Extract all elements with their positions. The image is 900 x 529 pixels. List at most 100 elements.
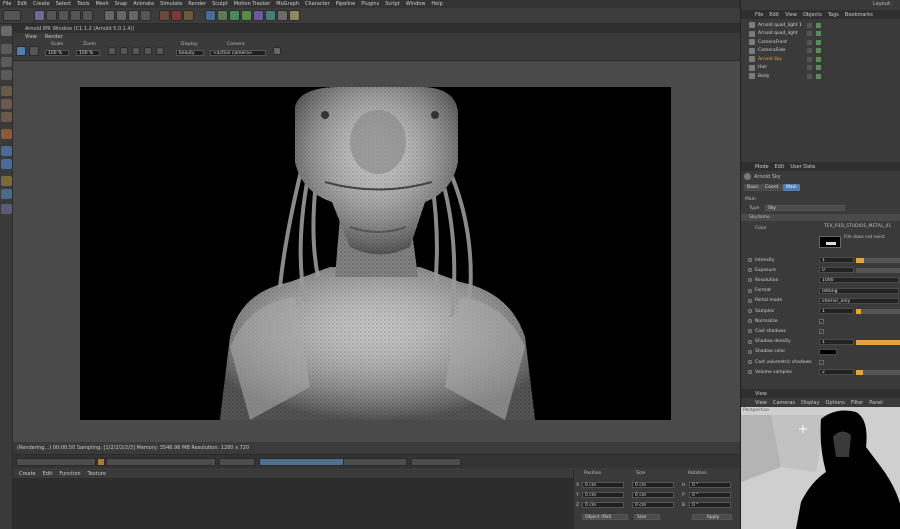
ipr-menu-view[interactable]: View: [25, 34, 37, 40]
position-x-field[interactable]: 0 cm: [582, 482, 624, 488]
camera-select[interactable]: <active camera>: [210, 50, 266, 56]
object-name[interactable]: CameraFront: [758, 40, 787, 45]
model-mode-icon[interactable]: [1, 44, 12, 54]
rotate-icon[interactable]: [70, 10, 81, 21]
animate-dot-icon[interactable]: [748, 268, 752, 273]
sculpt-icon[interactable]: [1, 176, 12, 186]
visibility-toggle[interactable]: [807, 56, 812, 62]
enable-check-icon[interactable]: [816, 73, 821, 79]
spline-icon[interactable]: [217, 10, 228, 21]
tab-coord[interactable]: Coord.: [762, 184, 783, 191]
size-z-field[interactable]: 0 cm: [632, 502, 674, 508]
position-z-field[interactable]: 0 cm: [582, 502, 624, 508]
animate-dot-icon[interactable]: [748, 360, 752, 364]
attribute-value-field[interactable]: 1: [819, 338, 854, 345]
attribute-slider[interactable]: [856, 339, 900, 345]
menu-plugins[interactable]: Plugins: [361, 1, 379, 7]
viewport-solo-icon[interactable]: [1, 189, 12, 199]
rotation-p-field[interactable]: 0 °: [689, 492, 731, 498]
menu-mesh[interactable]: Mesh: [95, 1, 108, 7]
scene-icon[interactable]: [265, 10, 276, 21]
attribute-menu-user-data[interactable]: User Data: [790, 164, 815, 170]
playback-controls[interactable]: [106, 458, 216, 466]
axis-mode-icon[interactable]: [1, 146, 12, 156]
size-x-field[interactable]: 0 cm: [632, 482, 674, 488]
animate-dot-icon[interactable]: [748, 309, 752, 313]
enable-check-icon[interactable]: [816, 56, 821, 62]
coordinate-system-icon[interactable]: [140, 10, 151, 21]
deformer-icon[interactable]: [253, 10, 264, 21]
material-list[interactable]: [13, 478, 573, 529]
attribute-value-field[interactable]: 1000: [819, 277, 899, 284]
compare-icon[interactable]: [156, 47, 164, 55]
object-row[interactable]: Hair: [741, 64, 900, 73]
menu-script[interactable]: Script: [385, 1, 400, 7]
live-selection-icon[interactable]: [34, 10, 45, 21]
object-name[interactable]: Arnold quad_light: [758, 31, 798, 36]
autokey-buttons[interactable]: [343, 458, 407, 466]
object-menu-view[interactable]: View: [785, 12, 797, 18]
frame-range-field[interactable]: [16, 458, 96, 466]
attribute-menu-mode[interactable]: Mode: [755, 164, 769, 170]
attribute-value-field[interactable]: 1: [819, 308, 854, 314]
object-name[interactable]: Hair: [758, 65, 767, 70]
recent-tools-icon[interactable]: [82, 10, 93, 21]
camera-icon[interactable]: [277, 10, 288, 21]
pause-icon[interactable]: [29, 46, 39, 56]
attribute-checkbox[interactable]: ✓: [819, 329, 824, 335]
material-menu-function[interactable]: Function: [59, 471, 80, 477]
viewer-menu-options[interactable]: Options: [826, 400, 845, 406]
animate-dot-icon[interactable]: [748, 370, 752, 375]
animate-dot-icon[interactable]: [748, 339, 752, 344]
object-row[interactable]: Arnold Sky: [741, 55, 900, 64]
visibility-toggle[interactable]: [807, 73, 812, 79]
visibility-toggle[interactable]: [807, 48, 812, 53]
attribute-value-field[interactable]: latlong: [819, 287, 899, 294]
visibility-toggle[interactable]: [807, 65, 812, 70]
material-menu-create[interactable]: Create: [19, 471, 36, 477]
menu-edit[interactable]: Edit: [17, 1, 27, 7]
region-icon[interactable]: [108, 47, 116, 55]
menu-tools[interactable]: Tools: [77, 1, 89, 7]
animate-dot-icon[interactable]: [748, 329, 752, 334]
attribute-slider[interactable]: [856, 370, 900, 376]
shadow-color-swatch[interactable]: [819, 348, 837, 355]
workplane-icon[interactable]: [1, 70, 12, 80]
viewer-menu-filter[interactable]: Filter: [851, 400, 863, 406]
coordinate-mode-select[interactable]: Object (Rel): [582, 514, 628, 520]
animate-dot-icon[interactable]: [748, 298, 752, 303]
object-name[interactable]: Arnold quad_light 1: [758, 23, 802, 28]
nurbs-icon[interactable]: [229, 10, 240, 21]
y-axis-icon[interactable]: [116, 10, 127, 21]
attribute-menu-edit[interactable]: Edit: [775, 164, 785, 170]
menu-window[interactable]: Window: [406, 1, 426, 7]
move-icon[interactable]: [46, 10, 57, 21]
keyframe-controls[interactable]: [219, 458, 255, 466]
render-view-icon[interactable]: [159, 10, 170, 21]
object-row[interactable]: Body: [741, 72, 900, 81]
lock-workplane-icon[interactable]: [1, 204, 12, 214]
snap-icon[interactable]: [1, 129, 12, 139]
visibility-toggle[interactable]: [807, 22, 812, 28]
array-icon[interactable]: [241, 10, 252, 21]
render-picture-viewer-icon[interactable]: [171, 10, 182, 21]
attribute-slider[interactable]: [856, 309, 900, 314]
ipr-menu-render[interactable]: Render: [45, 34, 63, 40]
scale-icon[interactable]: [58, 10, 69, 21]
save-image-icon[interactable]: [273, 47, 281, 55]
menu-create[interactable]: Create: [33, 1, 50, 7]
menu-snap[interactable]: Snap: [115, 1, 128, 7]
record-icon[interactable]: [97, 458, 105, 466]
z-axis-icon[interactable]: [128, 10, 139, 21]
color-texture-path[interactable]: TEX_P3D_STUDIOS_METAL_01: [824, 224, 891, 229]
zoom-field[interactable]: 100 %: [76, 50, 100, 56]
menu-simulate[interactable]: Simulate: [160, 1, 182, 7]
attribute-value-field[interactable]: 1: [819, 257, 854, 263]
animate-dot-icon[interactable]: [748, 319, 752, 324]
object-row[interactable]: Arnold quad_light 1: [741, 21, 900, 30]
visibility-toggle[interactable]: [807, 39, 812, 45]
edges-mode-icon[interactable]: [1, 99, 12, 109]
attribute-value-field[interactable]: 2: [819, 369, 854, 376]
enable-check-icon[interactable]: [816, 22, 821, 28]
texture-mode-icon[interactable]: [1, 57, 12, 67]
